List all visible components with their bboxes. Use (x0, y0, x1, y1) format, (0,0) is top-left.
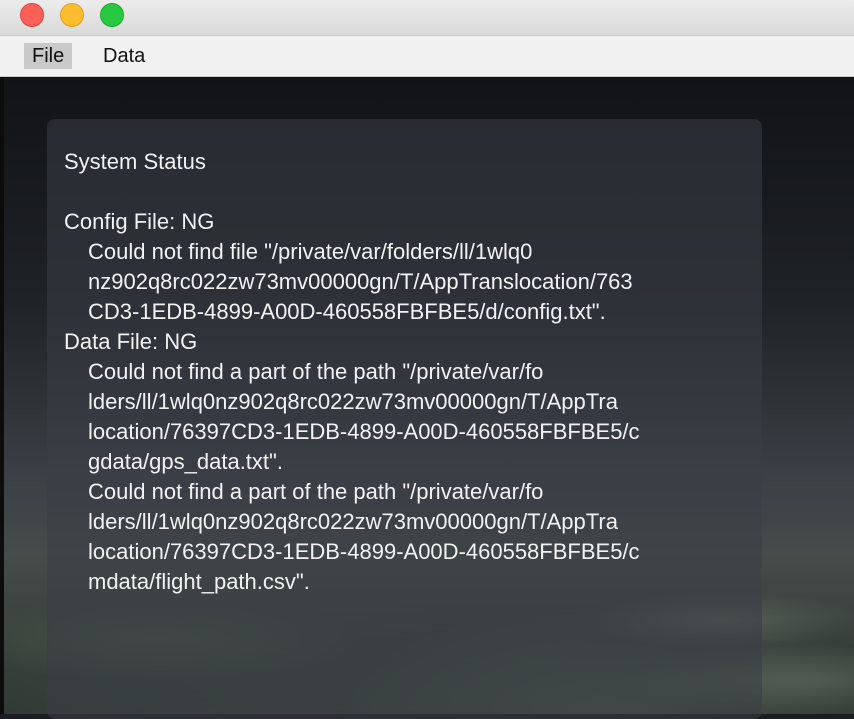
config-error-line: nz902q8rc022zw73mv00000gn/T/AppTransloca… (88, 269, 633, 294)
status-title: System Status (64, 149, 206, 174)
maximize-window-button[interactable] (100, 3, 124, 27)
config-error-line: CD3-1EDB-4899-A00D-460558FBFBE5/d/config… (88, 299, 606, 324)
data-error-line: location/76397CD3-1EDB-4899-A00D-460558F… (88, 539, 640, 564)
data-error-line: location/76397CD3-1EDB-4899-A00D-460558F… (88, 419, 640, 444)
data-file-status: Data File: NG (64, 329, 198, 354)
menu-file[interactable]: File (24, 43, 73, 69)
menu-data[interactable]: Data (95, 43, 153, 69)
minimize-window-button[interactable] (60, 3, 84, 27)
data-error-line: lders/ll/1wlq0nz902q8rc022zw73mv00000gn/… (88, 389, 618, 414)
data-error-line: Could not find a part of the path "/priv… (88, 359, 544, 384)
data-error-line: Could not find a part of the path "/priv… (88, 479, 544, 504)
data-error-line: lders/ll/1wlq0nz902q8rc022zw73mv00000gn/… (88, 509, 618, 534)
system-status-panel: System Status Config File: NG Could not … (47, 119, 762, 719)
data-error-line: gdata/gps_data.txt". (88, 449, 283, 474)
menu-bar: File Data (0, 36, 854, 77)
data-error-line: mdata/flight_path.csv". (88, 569, 310, 594)
close-window-button[interactable] (20, 3, 44, 27)
config-error-line: Could not find file "/private/var/folder… (88, 239, 533, 264)
window-titlebar[interactable] (0, 0, 854, 36)
config-file-status: Config File: NG (64, 209, 215, 234)
